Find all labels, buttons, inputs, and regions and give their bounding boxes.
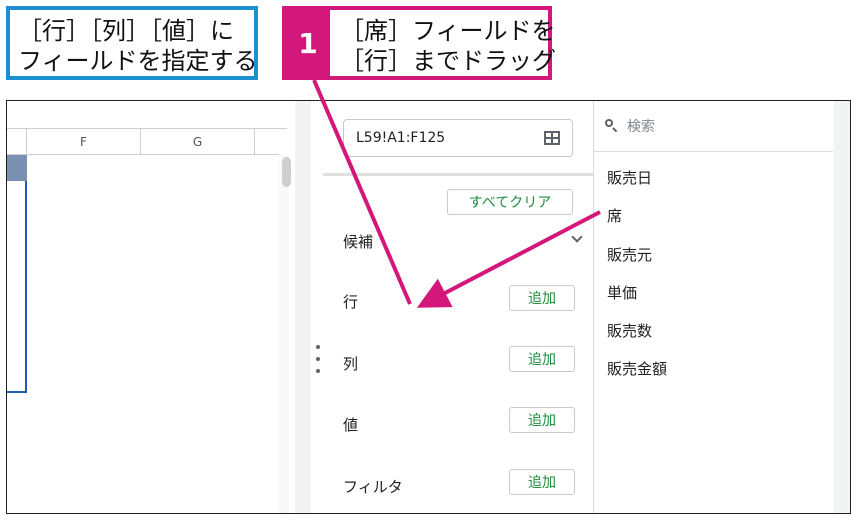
values-section-label: 値 <box>343 416 359 434</box>
step-text: ［席］フィールドを ［行］までドラッグ <box>340 16 556 76</box>
field-item[interactable]: 販売金額 <box>607 358 667 379</box>
clear-all-button[interactable]: すべてクリア <box>447 189 573 215</box>
step-callout: 1 ［席］フィールドを ［行］までドラッグ <box>282 6 556 80</box>
column-header-h[interactable] <box>255 129 279 155</box>
filters-add-button[interactable]: 追加 <box>509 469 575 495</box>
field-item[interactable]: 単価 <box>607 282 637 303</box>
step-number-badge: 1 <box>286 10 330 76</box>
field-item[interactable]: 席 <box>607 205 622 226</box>
step-line-2: ［行］までドラッグ <box>340 47 556 75</box>
selected-cell-highlight <box>7 155 27 181</box>
sheet-scrollbar-track[interactable] <box>279 155 289 513</box>
instruction-line-2: フィールドを指定する <box>18 47 258 75</box>
suggestions-label: 候補 <box>343 233 374 251</box>
rows-section-label: 行 <box>343 293 359 311</box>
instruction-line-1: ［行］［列］［値］に <box>18 17 234 45</box>
field-item[interactable]: 販売元 <box>607 244 652 265</box>
field-list-panel <box>593 101 834 513</box>
column-header-g[interactable]: G <box>141 129 255 155</box>
data-range-field[interactable]: L59!A1:F125 <box>343 119 573 157</box>
columns-add-button[interactable]: 追加 <box>509 346 575 372</box>
drag-handle-icon[interactable] <box>315 345 321 375</box>
values-add-button[interactable]: 追加 <box>509 407 575 433</box>
filters-section-label: フィルタ <box>343 478 403 496</box>
instruction-callout: ［行］［列］［値］に フィールドを指定する <box>6 6 258 80</box>
column-header-f[interactable]: F <box>27 129 141 155</box>
screenshot-frame: F G L59!A1:F125 すべてクリア 候補 行 追加 列 追加 値 追加… <box>6 100 851 514</box>
editor-divider <box>323 173 593 176</box>
search-divider <box>593 151 833 152</box>
field-item[interactable]: 販売日 <box>607 167 652 188</box>
search-icon <box>605 119 617 131</box>
rows-add-button[interactable]: 追加 <box>509 285 575 311</box>
step-line-1: ［席］フィールドを <box>340 17 556 45</box>
selected-range[interactable] <box>7 155 27 393</box>
grid-icon[interactable] <box>544 131 560 145</box>
sheet-scrollbar-thumb[interactable] <box>282 157 291 187</box>
columns-section-label: 列 <box>343 355 359 373</box>
column-header-e[interactable] <box>7 129 27 155</box>
field-item[interactable]: 販売数 <box>607 320 652 341</box>
field-search-input[interactable] <box>625 115 829 139</box>
data-range-text: L59!A1:F125 <box>356 130 446 146</box>
